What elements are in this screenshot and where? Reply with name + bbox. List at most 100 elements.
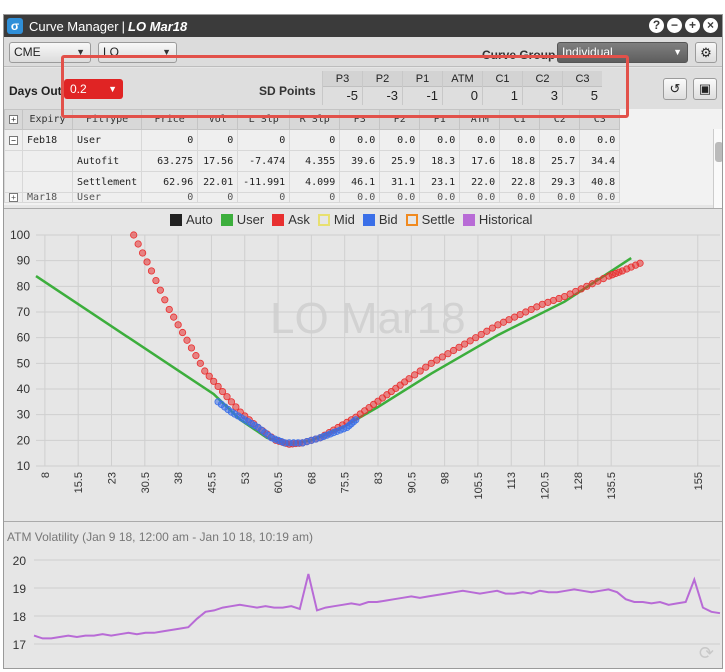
sd-point[interactable]: C2 3 <box>522 71 562 105</box>
column-header[interactable]: R Slp <box>289 109 341 130</box>
table-row[interactable]: + Mar18 User 0 0 0 0 0.0 0.0 0.0 0.0 0.0… <box>4 192 621 203</box>
expand-icon[interactable]: + <box>9 193 18 202</box>
sd-point[interactable]: P1 -1 <box>402 71 442 105</box>
sd-point[interactable]: ATM 0 <box>442 71 482 105</box>
legend-item-historical[interactable]: Historical <box>462 212 532 227</box>
sd-point-value[interactable]: 0 <box>443 87 482 105</box>
table-row[interactable]: Autofit 63.275 17.56 -7.474 4.355 39.6 2… <box>4 150 621 172</box>
y-tick-label: 10 <box>17 459 31 473</box>
cell-rslp[interactable]: 0 <box>289 129 341 151</box>
curve-group-select[interactable]: Individual ▼ <box>557 42 688 63</box>
cell-p3[interactable]: 0.0 <box>339 129 381 151</box>
expand-icon[interactable]: + <box>9 115 18 124</box>
sd-point[interactable]: P2 -3 <box>362 71 402 105</box>
cell-c1[interactable]: 0.0 <box>499 129 541 151</box>
column-header[interactable]: C1 <box>499 109 541 130</box>
cell-c2[interactable]: 0.0 <box>539 192 581 203</box>
refresh-button[interactable]: ↺ <box>663 78 687 100</box>
cell-p2[interactable]: 0.0 <box>379 192 421 203</box>
column-header[interactable]: P3 <box>339 109 381 130</box>
reload-icon[interactable]: ⟳ <box>699 643 714 664</box>
column-header[interactable]: C3 <box>579 109 621 130</box>
sd-point-value[interactable]: -1 <box>403 87 442 105</box>
x-tick-label: 105.5 <box>473 472 485 500</box>
cell-rslp[interactable]: 0 <box>289 192 341 203</box>
cell-atm[interactable]: 0.0 <box>459 129 501 151</box>
sd-points-label: SD Points <box>259 84 316 98</box>
cell-c2[interactable]: 0.0 <box>539 129 581 151</box>
cell-lslp[interactable]: 0 <box>237 129 291 151</box>
column-header[interactable]: Expiry <box>22 109 73 130</box>
legend-item-ask[interactable]: Ask <box>272 212 310 227</box>
table-row[interactable]: Settlement 62.96 22.01 -11.991 4.099 46.… <box>4 171 621 193</box>
sd-point-value[interactable]: 5 <box>563 87 602 105</box>
settings-button[interactable]: ⚙ <box>695 42 717 63</box>
collapse-icon[interactable]: − <box>9 135 18 145</box>
sd-point[interactable]: P3 -5 <box>322 71 362 105</box>
x-tick-label: 45.5 <box>206 472 218 493</box>
y-tick-label: 30 <box>17 408 31 422</box>
column-header[interactable]: P2 <box>379 109 421 130</box>
data-point-ask <box>218 387 227 396</box>
cell-p2[interactable]: 0.0 <box>379 129 421 151</box>
cell-vol[interactable]: 0 <box>197 129 239 151</box>
legend-item-settle[interactable]: Settle <box>405 212 455 227</box>
column-header[interactable]: P1 <box>419 109 461 130</box>
legend-label: Settle <box>421 212 455 227</box>
column-header[interactable]: Price <box>141 109 199 130</box>
cell-c1[interactable]: 0.0 <box>499 192 541 203</box>
cell-vol[interactable]: 0 <box>197 192 239 203</box>
column-header[interactable]: ATM <box>459 109 501 130</box>
days-out-select[interactable]: 0.2 ▼ <box>64 79 123 99</box>
cell-p3[interactable]: 0.0 <box>339 192 381 203</box>
product-select[interactable]: LO ▼ <box>98 42 177 63</box>
cell-lslp[interactable]: 0 <box>237 192 291 203</box>
cell-price[interactable]: 0 <box>141 129 199 151</box>
cell-atm[interactable]: 0.0 <box>459 192 501 203</box>
help-icon[interactable]: ? <box>649 18 664 33</box>
cell-atm: 22.0 <box>459 171 501 193</box>
sd-point[interactable]: C1 1 <box>482 71 522 105</box>
column-header[interactable]: Vol <box>197 109 239 130</box>
smile-chart[interactable]: LO Mar18 10 20 30 40 50 60 70 80 90 100 8 15.5 23 30.… <box>4 208 723 521</box>
add-icon[interactable]: + <box>685 18 700 33</box>
exchange-select[interactable]: CME ▼ <box>9 42 91 63</box>
close-icon[interactable]: × <box>703 18 718 33</box>
cell-price[interactable]: 0 <box>141 192 199 203</box>
cell-p1[interactable]: 0.0 <box>419 192 461 203</box>
expand-all-header[interactable]: + <box>4 109 23 130</box>
legend-swatch <box>405 213 418 226</box>
legend-item-bid[interactable]: Bid <box>362 212 398 227</box>
column-header[interactable]: FitType <box>71 109 143 130</box>
row-expander <box>4 150 23 172</box>
sd-point-value[interactable]: 1 <box>483 87 522 105</box>
sd-point-value[interactable]: -3 <box>363 87 402 105</box>
data-point-ask <box>196 359 204 367</box>
cell-p1[interactable]: 0.0 <box>419 129 461 151</box>
column-header[interactable]: L Slp <box>237 109 291 130</box>
scrollbar-thumb[interactable] <box>715 142 722 162</box>
title-bar[interactable]: σ Curve Manager | LO Mar18 ? − + × <box>4 15 722 37</box>
sd-point[interactable]: C3 5 <box>562 71 602 105</box>
cell-c3[interactable]: 0.0 <box>579 129 621 151</box>
sd-point-value[interactable]: -5 <box>323 87 362 105</box>
table-row[interactable]: − Feb18 User 0 0 0 0 0.0 0.0 0.0 0.0 0.0… <box>4 129 621 151</box>
sd-point-value[interactable]: 3 <box>523 87 562 105</box>
row-expander[interactable]: − <box>4 129 23 151</box>
y-tick-label: 60 <box>17 331 31 345</box>
cell-c2: 25.7 <box>539 150 581 172</box>
legend-item-user[interactable]: User <box>220 212 264 227</box>
cell-c3[interactable]: 0.0 <box>579 192 621 203</box>
cell-price: 62.96 <box>141 171 199 193</box>
column-header[interactable]: C2 <box>539 109 581 130</box>
smile-chart-svg[interactable]: 10 20 30 40 50 60 70 80 90 100 8 15.5 23 30.5 38 45.5 53… <box>4 209 723 521</box>
legend-item-auto[interactable]: Auto <box>170 212 213 227</box>
save-button[interactable]: ▣ <box>693 78 717 100</box>
row-expander[interactable]: + <box>4 192 23 203</box>
data-point-ask <box>192 352 200 360</box>
atm-chart-svg[interactable]: 17 18 19 20 <box>4 522 723 669</box>
legend-item-mid[interactable]: Mid <box>317 212 355 227</box>
minimize-icon[interactable]: − <box>667 18 682 33</box>
x-tick-label: 128 <box>573 472 585 490</box>
atm-volatility-chart[interactable]: 17 18 19 20 ATM Volatility (Jan 9 18, 12:00… <box>4 521 723 669</box>
